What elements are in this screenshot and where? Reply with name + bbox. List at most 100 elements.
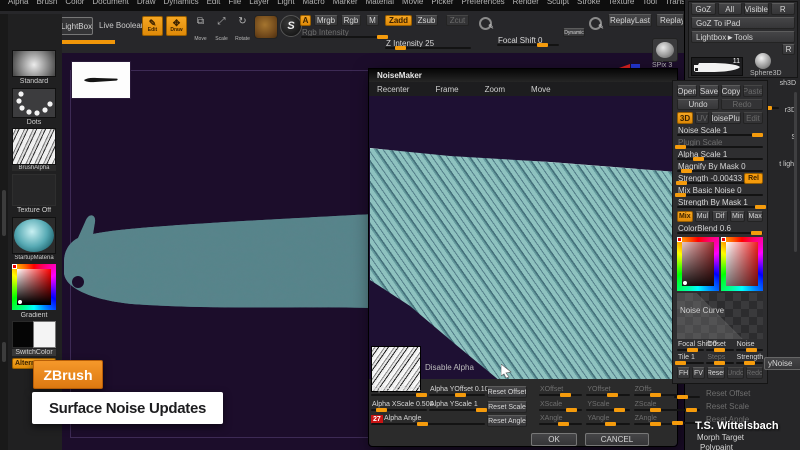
curve-mini-slider[interactable]: Steps (706, 354, 733, 365)
color-picker[interactable] (12, 264, 56, 310)
dynamic-button[interactable]: Dynamic (563, 28, 585, 37)
menu-item[interactable]: Material (366, 0, 394, 6)
sphere3d-icon[interactable] (755, 53, 771, 69)
noise-color-square-2[interactable] (726, 242, 758, 286)
offset-3d-slider[interactable]: XOffset (539, 386, 582, 397)
menu-item[interactable]: File (228, 0, 241, 6)
m-button[interactable]: M (366, 15, 379, 26)
menu-item[interactable]: Brush (36, 0, 57, 6)
reset-row-slider[interactable] (674, 388, 700, 399)
switch-color-label[interactable]: SwitchColor (12, 349, 56, 356)
rgb-button[interactable]: Rgb (341, 15, 361, 26)
move-button[interactable]: ⧉ Move (192, 16, 209, 36)
curve-tool-button[interactable]: Reset (707, 367, 725, 379)
menu-item[interactable]: Light (277, 0, 294, 6)
noise-preview[interactable] (370, 96, 677, 381)
goz-to-ipad-button[interactable]: GoZ To iPad (691, 17, 795, 29)
zadd-button[interactable]: Zadd (385, 15, 412, 26)
blade-model[interactable] (62, 200, 374, 322)
morph-target-label[interactable]: Morph Target (697, 433, 744, 442)
gyro-icon[interactable] (254, 15, 278, 39)
replay-last-2-button[interactable]: ReplayLa (656, 14, 684, 27)
menu-item[interactable]: Preferences (462, 0, 505, 6)
noiseplug-file-button[interactable]: Open (677, 85, 697, 97)
menu-item[interactable]: Document (92, 0, 128, 6)
polypaint-label[interactable]: Polypaint (700, 443, 733, 450)
apply-noise-button[interactable]: yNoise (764, 357, 800, 370)
alpha-scale-slider[interactable]: Alpha XScale 0.500 (371, 401, 427, 412)
adjust-knob-icon[interactable]: ✎ (589, 17, 602, 30)
r-button[interactable]: R (782, 44, 795, 55)
alpha-offset-slider[interactable]: Alpha XOffset 1 (371, 386, 427, 397)
z-intensity-slider[interactable]: Z Intensity 25 (385, 39, 471, 50)
replay-last-button[interactable]: ReplayLast (608, 14, 652, 27)
noise-curve-editor[interactable]: Noise Curve (677, 293, 763, 339)
menu-item[interactable]: Render (513, 0, 539, 6)
noise-color-square-1[interactable] (682, 242, 714, 286)
noisemaker-menu-item[interactable]: Move (531, 85, 551, 94)
noiseplug-slider[interactable]: Strength -0.00433 Rel (677, 174, 763, 185)
focal-shift-slider[interactable]: Focal Shift 0 (497, 36, 559, 47)
noiseplug-file-button[interactable]: Copy (721, 85, 741, 97)
menu-item[interactable]: Alpha (8, 0, 28, 6)
blend-mode-button[interactable]: Max (747, 211, 763, 222)
noise-color-picker-2[interactable] (721, 237, 763, 291)
scale-button[interactable]: ⤢ Scale (213, 16, 230, 36)
noiseplug-file-button[interactable]: Save (699, 85, 719, 97)
colorblend-slider[interactable]: ColorBlend 0.6 (677, 224, 763, 235)
disable-alpha-button[interactable]: Disable Alpha (425, 363, 474, 372)
rel-button[interactable]: Rel (744, 173, 763, 184)
cancel-button[interactable]: CANCEL (585, 433, 649, 446)
secondary-color-swatch[interactable] (33, 321, 56, 348)
mrgb-button[interactable]: Mrgb (314, 15, 338, 26)
menu-item[interactable]: Color (65, 0, 84, 6)
main-color-swatch[interactable] (12, 321, 34, 348)
menu-item[interactable]: Sculpt (547, 0, 569, 6)
menu-item[interactable]: Marker (333, 0, 358, 6)
goz-row-button[interactable]: GoZ (691, 3, 716, 15)
curve-tool-button[interactable]: Redo (746, 367, 763, 379)
angle-3d-slider[interactable]: XAngle (539, 415, 582, 426)
lightbox-button[interactable]: LightBox (60, 17, 93, 35)
noise-color-picker-1[interactable] (677, 237, 719, 291)
blend-mode-button[interactable]: Mix (677, 211, 693, 222)
draw-button[interactable]: ✥ Draw (166, 16, 187, 36)
lightbox-tools-button[interactable]: Lightbox►Tools (691, 31, 795, 43)
tool-list-item[interactable]: sh3D (780, 80, 796, 87)
dots-stroke-thumb[interactable] (12, 88, 56, 118)
reset-offset-button[interactable]: Reset Offset (487, 386, 527, 398)
offset-3d-slider[interactable]: YOffset (586, 386, 629, 397)
curve-tool-button[interactable]: FH (677, 367, 690, 379)
left-scrollbar[interactable] (2, 190, 6, 236)
noisemaker-menu-item[interactable]: Recenter (377, 85, 409, 94)
alpha-angle-slider[interactable]: 27 Alpha Angle (371, 415, 485, 426)
color-picker-square[interactable] (17, 269, 51, 305)
noiseplug-undo-button[interactable]: Redo (721, 99, 763, 110)
reset-row-button[interactable]: Reset Scale (706, 402, 749, 411)
noiseplug-mode-button[interactable]: NoisePlug (711, 112, 741, 124)
right-scrollbar[interactable] (794, 92, 797, 252)
noiseplug-mode-button[interactable]: 3D (677, 112, 693, 124)
blend-mode-button[interactable]: Mul (695, 211, 711, 222)
curve-mini-slider[interactable]: Noise (736, 341, 763, 352)
curve-tool-button[interactable]: FV (692, 367, 705, 379)
noiseplug-mode-button[interactable]: Edit (743, 112, 763, 124)
curve-mini-slider[interactable]: Tile 1 (677, 354, 704, 365)
curve-tool-button[interactable]: Undo (727, 367, 744, 379)
goz-row-button[interactable]: R (771, 3, 796, 15)
material-thumb[interactable] (12, 217, 56, 254)
menu-item[interactable]: Macro (303, 0, 325, 6)
goz-row-button[interactable]: Visible (744, 3, 769, 15)
menu-item[interactable]: Tool (642, 0, 657, 6)
blend-mode-button[interactable]: Min (730, 211, 746, 222)
rgb-intensity-slider[interactable]: Rgb Intensity (301, 28, 385, 39)
a-button[interactable]: A (300, 15, 311, 26)
reset-scale-button[interactable]: Reset Scale (487, 401, 527, 413)
noisemaker-menu-item[interactable]: Zoom (485, 85, 505, 94)
menu-item[interactable]: Edit (207, 0, 221, 6)
left-scrollbar-2[interactable] (2, 342, 6, 362)
angle-3d-slider[interactable]: ZAngle (634, 415, 677, 426)
sculptris-icon[interactable]: S (280, 15, 302, 37)
noisemaker-menu-item[interactable]: Frame (435, 85, 458, 94)
noiseplug-slider[interactable]: Magnify By Mask 0 (677, 162, 763, 173)
